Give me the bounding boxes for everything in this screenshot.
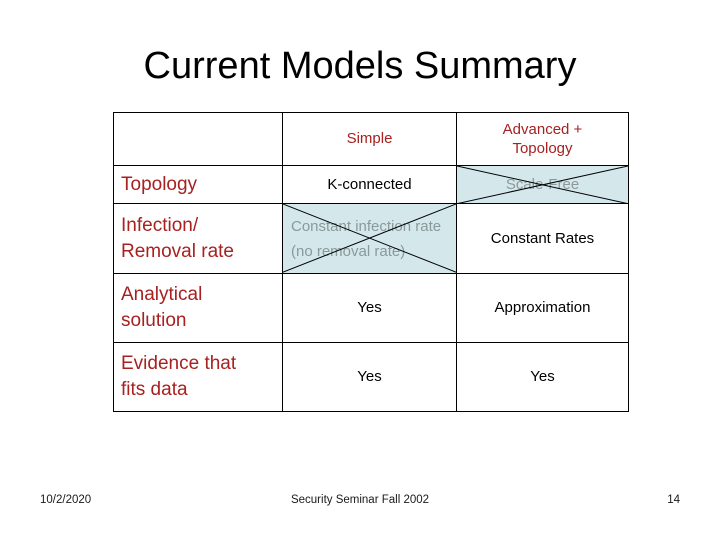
row-label-line: Topology	[121, 173, 198, 195]
page-title: Current Models Summary	[143, 45, 577, 87]
row-label-evidence-fits-data: Evidence that fits data	[113, 341, 283, 413]
row-label-line: Evidence that	[121, 352, 237, 374]
cell-topology-advanced: Scale-Free	[456, 164, 629, 205]
cell-evidence-advanced-text: Yes	[530, 368, 555, 386]
cell-analytical-simple: Yes	[282, 272, 457, 343]
column-header-simple: Simple	[282, 112, 457, 166]
column-header-advanced-line2: Topology	[512, 139, 573, 157]
cell-evidence-simple: Yes	[282, 341, 457, 413]
table-corner-cell	[113, 112, 283, 166]
table-row: Analytical solution Yes Approximation	[113, 272, 629, 343]
row-label-infection-removal-rate: Infection/ Removal rate	[113, 203, 283, 274]
table-row: Evidence that fits data Yes Yes	[113, 341, 629, 413]
row-label-line: Analytical	[121, 283, 203, 305]
row-label-line: fits data	[121, 378, 188, 400]
cell-infection-advanced: Constant Rates	[456, 203, 629, 274]
cell-topology-simple: K-connected	[282, 164, 457, 205]
row-label-analytical-solution-text: Analytical solution	[114, 279, 282, 337]
cell-analytical-simple-text: Yes	[357, 299, 382, 317]
cell-infection-advanced-text: Constant Rates	[490, 230, 595, 248]
row-label-evidence-fits-data-text: Evidence that fits data	[114, 348, 282, 406]
slide-footer: 10/2/2020 Security Seminar Fall 2002 14	[0, 494, 720, 512]
footer-center-text: Security Seminar Fall 2002	[290, 494, 430, 506]
row-label-infection-removal-rate-text: Infection/ Removal rate	[114, 210, 282, 268]
row-label-line: solution	[121, 309, 187, 331]
column-header-advanced-line1: Advanced +	[502, 120, 583, 138]
cell-analytical-advanced-text: Approximation	[494, 299, 591, 317]
cell-topology-simple-text: K-connected	[327, 176, 412, 194]
row-label-line: Removal rate	[121, 240, 234, 262]
column-header-advanced-label: Advanced + Topology	[457, 117, 628, 161]
column-header-simple-label: Simple	[346, 130, 393, 148]
row-label-topology: Topology	[113, 164, 283, 205]
table-header-row: Simple Advanced + Topology	[113, 112, 629, 166]
cell-analytical-advanced: Approximation	[456, 272, 629, 343]
cell-infection-simple: Constant infection rate (no removal rate…	[282, 203, 457, 274]
footer-page-number: 14	[667, 494, 680, 506]
cell-evidence-simple-text: Yes	[357, 368, 382, 386]
cell-topology-advanced-text: Scale-Free	[505, 176, 580, 194]
models-summary-table: Simple Advanced + Topology Topology K-co…	[113, 112, 629, 413]
column-header-advanced: Advanced + Topology	[456, 112, 629, 166]
cell-evidence-advanced: Yes	[456, 341, 629, 413]
table-row: Infection/ Removal rate Constant infecti…	[113, 203, 629, 274]
cell-infection-simple-text: Constant infection rate (no removal rate…	[291, 217, 442, 260]
table-row: Topology K-connected Scale-Free	[113, 164, 629, 205]
table-corner-label	[114, 136, 282, 142]
row-label-analytical-solution: Analytical solution	[113, 272, 283, 343]
row-label-topology-text: Topology	[114, 169, 282, 201]
row-label-line: Infection/	[121, 214, 199, 236]
